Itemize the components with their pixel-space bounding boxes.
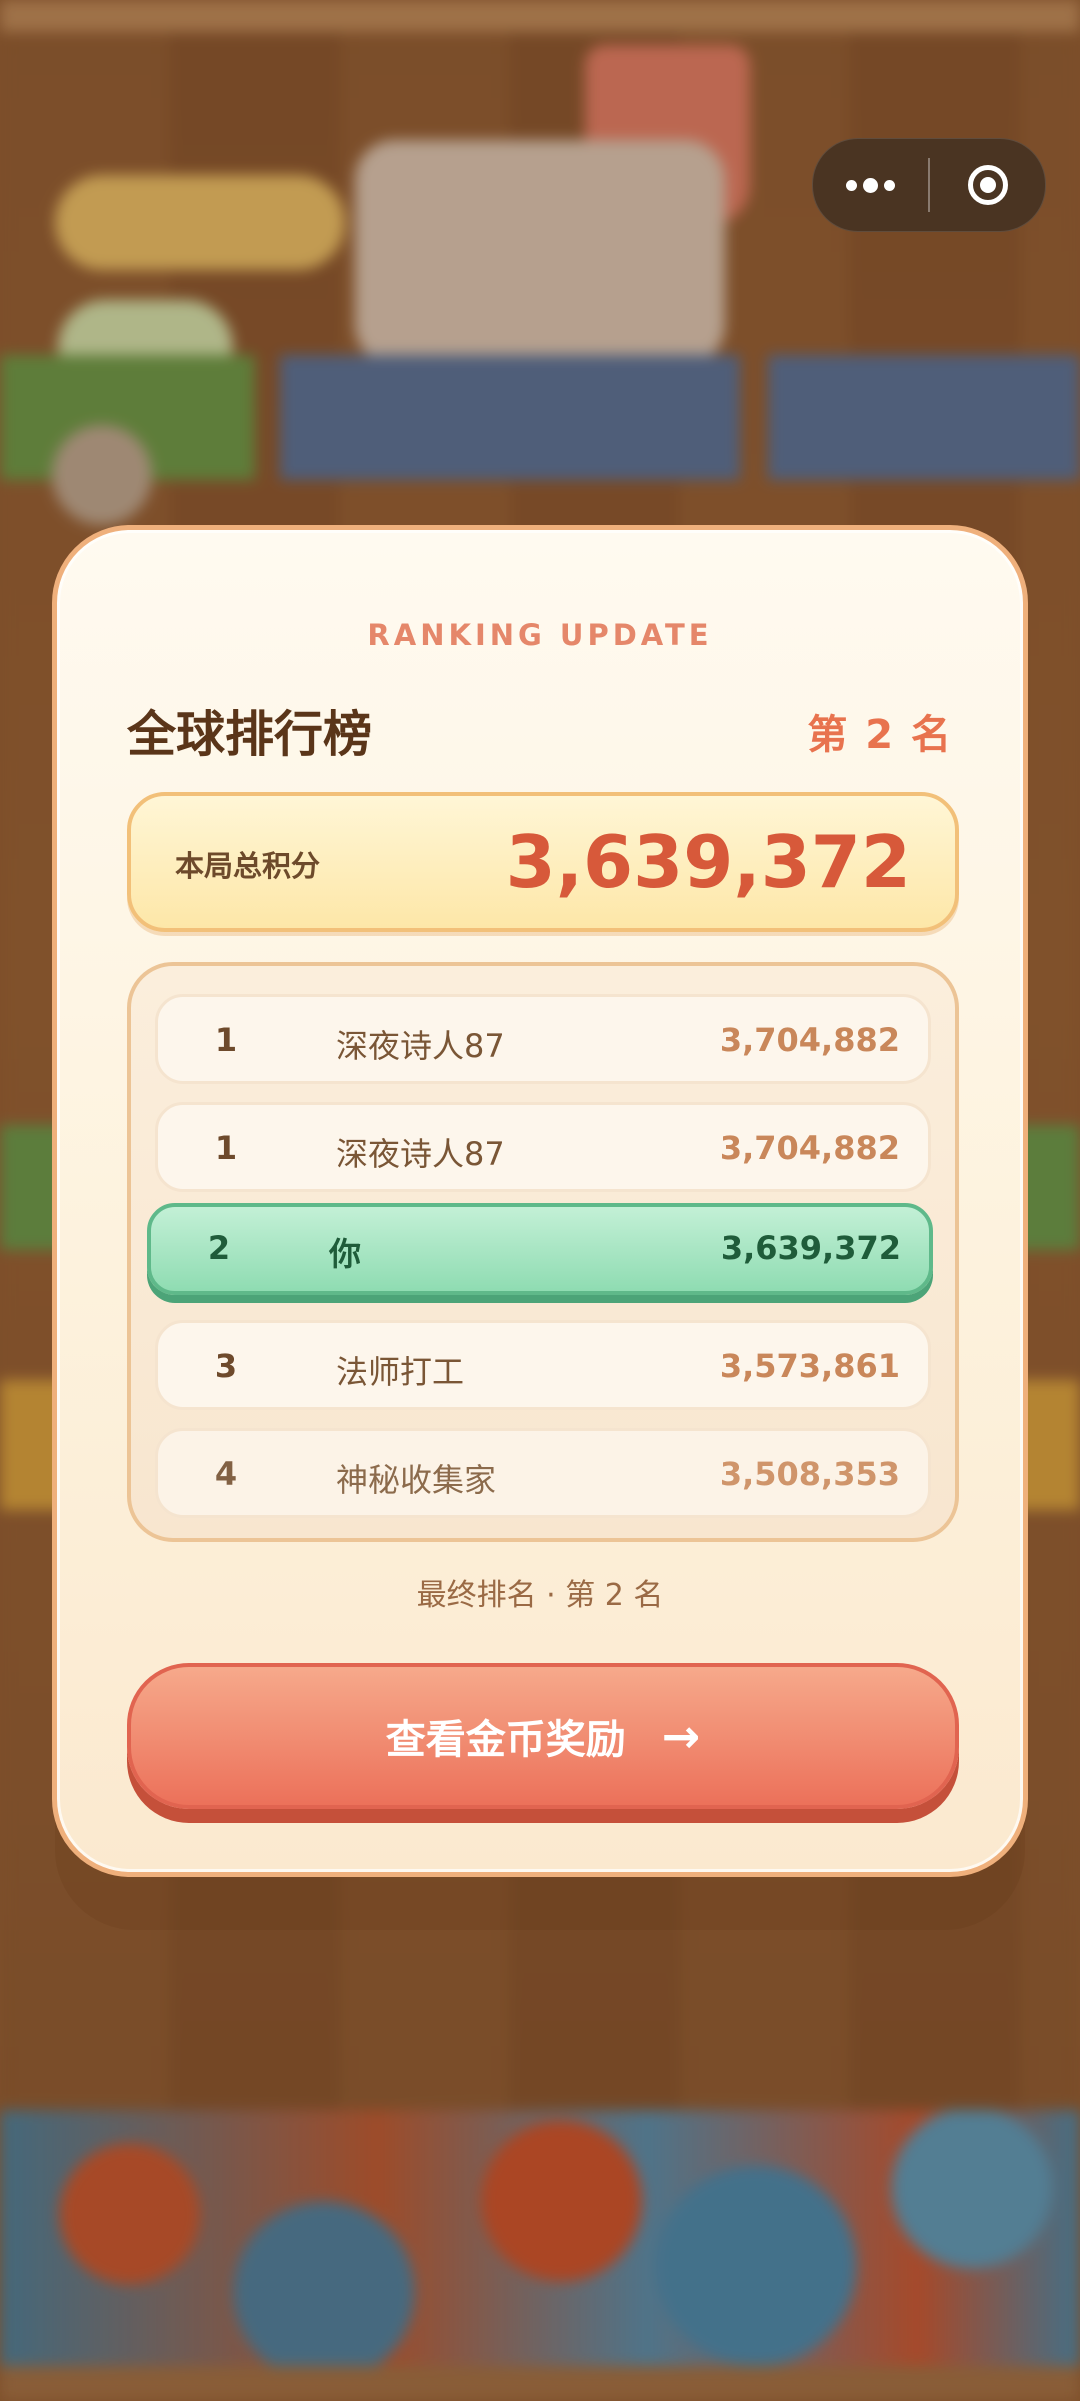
score-label: 本局总积分 <box>175 849 321 883</box>
ranking-modal: RANKING UPDATE 全球排行榜 第 2 名 本局总积分 3,639,3… <box>52 525 1028 1877</box>
final-rank-text: 最终排名 · 第 2 名 <box>416 1578 664 1613</box>
row-player-name: 你 <box>329 1235 362 1273</box>
row-rank: 4 <box>214 1455 238 1493</box>
eyebrow-text: RANKING UPDATE <box>367 618 713 652</box>
row-score: 3,508,353 <box>719 1455 900 1493</box>
leaderboard-row: 4 神秘收集家 3,508,353 <box>155 1428 931 1518</box>
target-close-icon[interactable] <box>930 139 1045 231</box>
row-score: 3,704,882 <box>719 1021 900 1059</box>
leaderboard-row: 1 深夜诗人87 3,704,882 <box>155 1102 931 1192</box>
view-coin-reward-button[interactable]: 查看金币奖励 → <box>127 1663 959 1809</box>
leaderboard-row: 3 法师打工 3,573,861 <box>155 1320 931 1410</box>
leaderboard-list: 1 深夜诗人87 3,704,882 1 深夜诗人87 3,704,882 2 … <box>127 962 959 1542</box>
row-player-name: 深夜诗人87 <box>336 1027 505 1065</box>
rank-badge: 第 2 名 <box>807 712 953 758</box>
row-score: 3,704,882 <box>719 1129 900 1167</box>
row-score: 3,573,861 <box>719 1347 900 1385</box>
leaderboard-row-current-player: 2 你 3,639,372 <box>147 1203 933 1295</box>
leaderboard-row: 1 深夜诗人87 3,704,882 <box>155 994 931 1084</box>
total-score-box: 本局总积分 3,639,372 <box>127 792 959 932</box>
arrow-right-icon: → <box>661 1709 701 1763</box>
miniprogram-capsule <box>812 138 1046 232</box>
more-dots-icon[interactable] <box>813 139 928 231</box>
row-player-name: 深夜诗人87 <box>336 1135 505 1173</box>
row-player-name: 法师打工 <box>336 1353 465 1391</box>
score-value: 3,639,372 <box>505 820 911 904</box>
leaderboard-title: 全球排行榜 <box>127 706 373 763</box>
row-rank: 1 <box>214 1021 238 1059</box>
row-rank: 3 <box>214 1347 238 1385</box>
row-rank: 2 <box>207 1229 231 1267</box>
row-rank: 1 <box>214 1129 238 1167</box>
row-player-name: 神秘收集家 <box>336 1461 497 1499</box>
cta-label: 查看金币奖励 <box>385 1717 626 1763</box>
row-score: 3,639,372 <box>720 1229 901 1267</box>
